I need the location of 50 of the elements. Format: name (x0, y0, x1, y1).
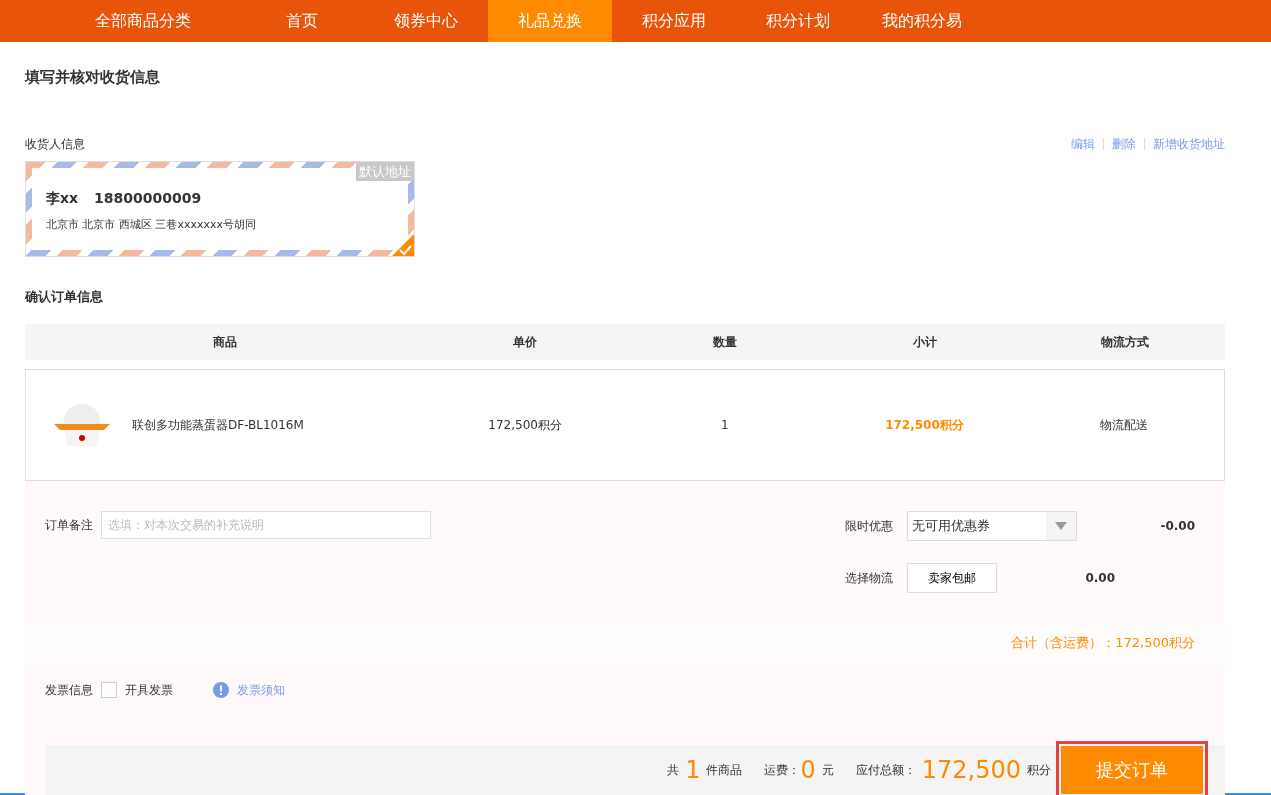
logistics-button[interactable]: 卖家包邮 (907, 563, 997, 593)
address-action-link[interactable]: 删除 (1112, 134, 1136, 153)
category-menu[interactable]: 全部商品分类 (45, 0, 240, 42)
subtotal: 172,500积分 (885, 418, 964, 432)
nav-tab[interactable]: 首页 (240, 0, 364, 42)
amount: 0.00 (1084, 570, 1115, 587)
summary-label: 件商品 (706, 761, 743, 779)
column-header: 单价 (513, 335, 537, 349)
section-heading: 收货人信息 (25, 135, 85, 153)
consignee-address: 北京市 北京市 西城区 三巷xxxxxxx号胡同 (46, 216, 258, 233)
column-header: 物流方式 (1101, 335, 1149, 349)
unit-price: 172,500积分 (488, 418, 562, 432)
nav-tab[interactable]: 积分计划 (736, 0, 860, 42)
consignee-name: 李xx (46, 188, 79, 208)
shipping-method: 物流配送 (1100, 418, 1149, 432)
order-total: 合计（含运费）：172,500积分 (1011, 634, 1195, 652)
nav-tab[interactable]: 领券中心 (364, 0, 488, 42)
summary-label: 元 (821, 761, 834, 779)
column-header: 商品 (213, 335, 237, 349)
section-heading: 确认订单信息 (25, 287, 104, 306)
invoice-notice-link[interactable]: 发票须知 (237, 680, 285, 699)
nav-tab[interactable]: 我的积分易 (860, 0, 984, 42)
nav-tab[interactable]: 礼品兑换 (488, 0, 612, 42)
column-header: 小计 (913, 335, 937, 349)
total-amount: 172,500 (921, 754, 1021, 786)
freight-amount: 0 (800, 754, 816, 786)
summary-label: 共 (667, 761, 680, 779)
coupon-select[interactable]: 无可用优惠券 (907, 511, 1077, 541)
item-count: 1 (685, 754, 701, 786)
field-label: 选择物流 (845, 570, 894, 587)
field-label: 限时优惠 (845, 518, 894, 535)
page-title: 填写并核对收货信息 (25, 67, 161, 88)
address-action-link[interactable]: 新增收货地址 (1153, 134, 1225, 153)
field-label: 订单备注 (45, 517, 93, 534)
field-label: 发票信息 (45, 681, 93, 699)
address-action-link[interactable]: 编辑 (1071, 134, 1095, 153)
caret-icon (1055, 522, 1067, 530)
checkbox-label: 开具发票 (125, 681, 173, 699)
amount: -0.00 (1159, 518, 1195, 535)
summary-label: 应付总额： (855, 761, 916, 779)
consignee-phone: 18800000009 (94, 188, 202, 208)
column-header: 数量 (713, 335, 737, 349)
quantity: 1 (721, 418, 729, 432)
invoice-checkbox[interactable] (101, 681, 117, 698)
summary-label: 积分 (1027, 761, 1051, 779)
nav-tab[interactable]: 积分应用 (612, 0, 736, 42)
info-icon (213, 681, 229, 698)
product-name: 联创多功能蒸蛋器DF-BL1016M (132, 417, 304, 434)
summary-label: 运费： (764, 761, 801, 779)
note-field[interactable]: 选填：对本次交易的补充说明 (101, 511, 431, 539)
